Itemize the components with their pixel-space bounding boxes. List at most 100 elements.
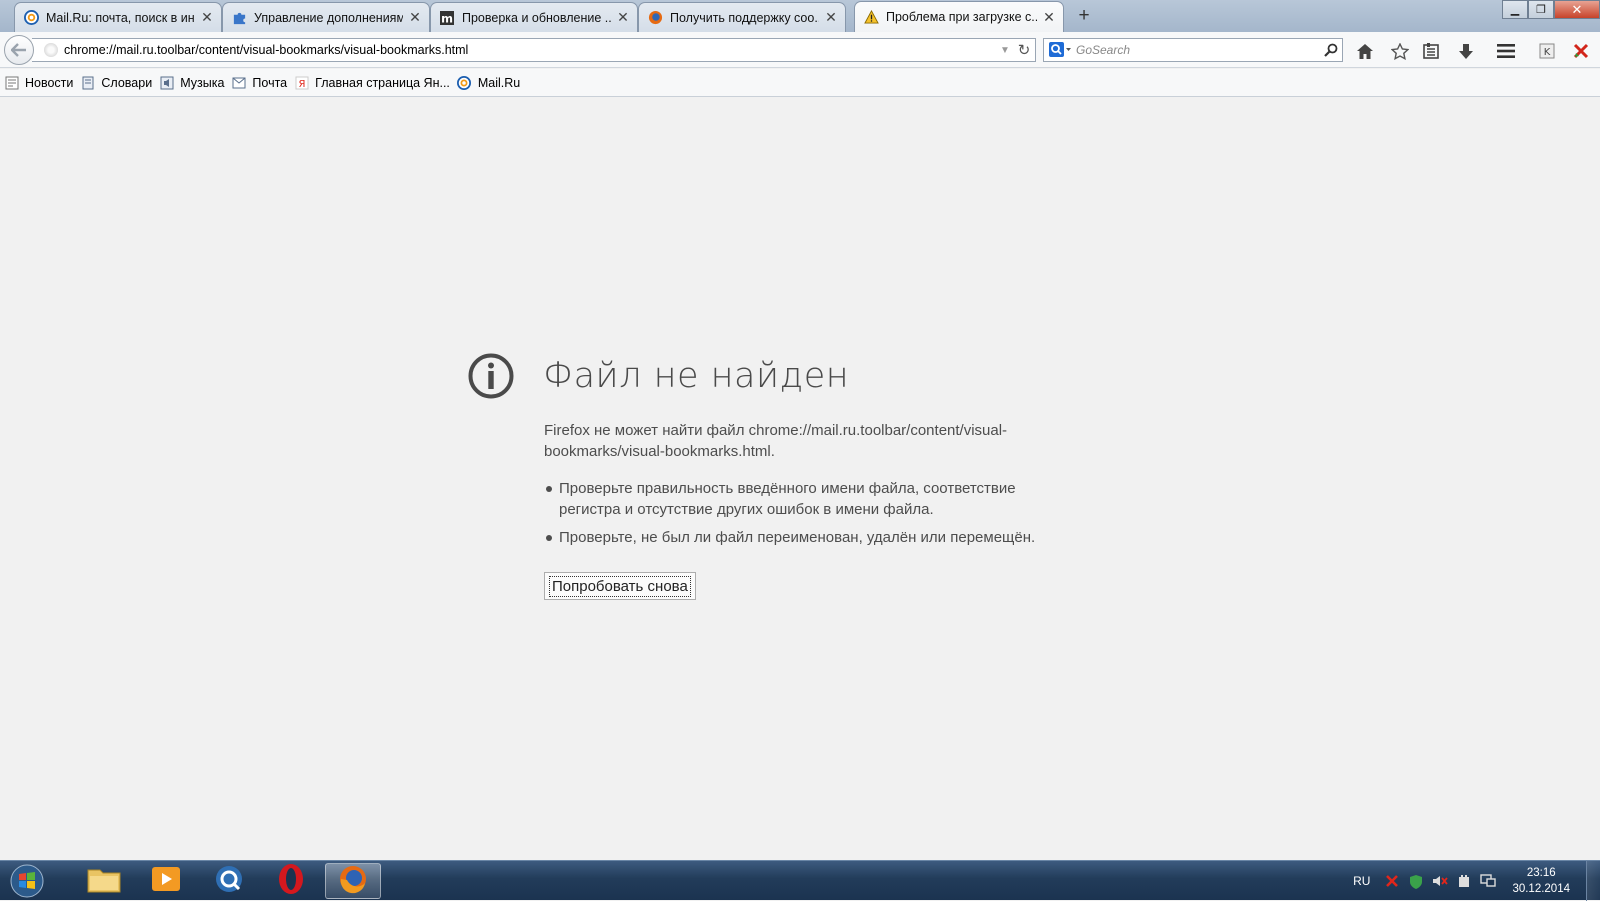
bookmark-dictionary[interactable]: Словари bbox=[80, 75, 152, 90]
bookmark-label: Главная страница Ян... bbox=[315, 75, 450, 90]
bookmark-music[interactable]: Музыка bbox=[159, 75, 224, 90]
error-page: Файл не найден Firefox не может найти фа… bbox=[0, 98, 1600, 860]
folder-icon bbox=[87, 865, 121, 898]
bookmarks-menu-icon[interactable] bbox=[1420, 40, 1442, 62]
svg-text:K: K bbox=[1544, 47, 1551, 58]
reload-icon[interactable]: ↻ bbox=[1013, 41, 1035, 59]
tab-mailru[interactable]: Mail.Ru: почта, поиск в ин... ✕ bbox=[14, 2, 222, 32]
new-tab-button[interactable]: + bbox=[1073, 4, 1095, 28]
window-close-button[interactable]: ✕ bbox=[1554, 0, 1600, 19]
history-dropdown-icon[interactable]: ▼ bbox=[997, 45, 1013, 56]
windows-logo-icon bbox=[10, 864, 44, 898]
tab-label: Mail.Ru: почта, поиск в ин... bbox=[46, 10, 195, 25]
kaspersky-icon[interactable] bbox=[1570, 40, 1592, 62]
clock[interactable]: 23:16 30.12.2014 bbox=[1512, 865, 1570, 897]
tab-addons[interactable]: Управление дополнениями ✕ bbox=[222, 2, 430, 32]
tab-support[interactable]: Получить поддержку соо... ✕ bbox=[638, 2, 846, 32]
url-input[interactable]: chrome://mail.ru.toolbar/content/visual-… bbox=[64, 43, 997, 57]
window-controls: ▁ ❐ ✕ bbox=[1502, 0, 1600, 19]
search-input[interactable]: GoSearch bbox=[1076, 43, 1320, 57]
bookmark-news[interactable]: Новости bbox=[4, 75, 73, 90]
bookmark-yandex[interactable]: Я Главная страница Ян... bbox=[294, 75, 450, 90]
mailru-at-icon bbox=[23, 10, 39, 26]
search-go-icon[interactable] bbox=[1320, 43, 1342, 57]
mailru-at-icon bbox=[457, 75, 472, 90]
url-bar[interactable]: chrome://mail.ru.toolbar/content/visual-… bbox=[32, 38, 1036, 62]
menu-icon[interactable] bbox=[1495, 40, 1517, 62]
bookmark-label: Mail.Ru bbox=[477, 75, 521, 90]
tab-label: Проверка и обновление ... bbox=[462, 10, 611, 25]
firefox-icon bbox=[647, 10, 663, 26]
try-again-button[interactable]: Попробовать снова bbox=[544, 572, 696, 600]
back-button[interactable] bbox=[4, 35, 34, 65]
mail-icon bbox=[231, 75, 246, 90]
svg-text:m: m bbox=[441, 11, 453, 25]
shield-icon[interactable] bbox=[1408, 873, 1424, 889]
clock-time: 23:16 bbox=[1526, 867, 1556, 879]
warning-icon bbox=[863, 9, 879, 25]
close-icon[interactable]: ✕ bbox=[201, 9, 213, 26]
close-icon[interactable]: ✕ bbox=[825, 9, 837, 26]
q-app-icon bbox=[214, 864, 244, 899]
kaspersky-keyboard-icon[interactable]: K bbox=[1536, 40, 1558, 62]
m-letter-icon: m bbox=[439, 10, 455, 26]
show-desktop-button[interactable] bbox=[1586, 861, 1600, 901]
tab-check-update[interactable]: m Проверка и обновление ... ✕ bbox=[430, 2, 638, 32]
taskbar-opera[interactable] bbox=[263, 863, 319, 899]
button-label: Попробовать снова bbox=[549, 575, 691, 597]
bookmark-label: Словари bbox=[101, 75, 153, 90]
home-icon[interactable] bbox=[1354, 40, 1376, 62]
taskbar-app-q[interactable] bbox=[201, 863, 257, 899]
downloads-icon[interactable] bbox=[1455, 40, 1477, 62]
clock-date: 30.12.2014 bbox=[1512, 883, 1570, 895]
network-icon[interactable] bbox=[1480, 873, 1497, 889]
info-icon bbox=[468, 353, 514, 404]
tab-label: Проблема при загрузке с... bbox=[886, 10, 1037, 24]
bookmarks-toolbar: Новости Словари Музыка Почта Я Главная с… bbox=[0, 69, 1600, 97]
taskbar-firefox[interactable] bbox=[325, 863, 381, 899]
taskbar-explorer[interactable] bbox=[76, 863, 132, 899]
windows-taskbar: RU 23:16 30.12.2014 bbox=[0, 860, 1600, 901]
kaspersky-tray-icon[interactable] bbox=[1384, 873, 1400, 889]
firefox-icon bbox=[338, 864, 368, 899]
close-icon[interactable]: ✕ bbox=[409, 9, 421, 26]
puzzle-icon bbox=[231, 10, 247, 26]
tab-problem-loading[interactable]: Проблема при загрузке с... ✕ bbox=[854, 1, 1064, 32]
tab-label: Получить поддержку соо... bbox=[670, 10, 819, 25]
bookmark-mailru[interactable]: Mail.Ru bbox=[457, 75, 520, 90]
minimize-button[interactable]: ▁ bbox=[1502, 0, 1528, 19]
back-arrow-icon bbox=[11, 43, 26, 57]
bookmark-star-icon[interactable] bbox=[1389, 40, 1411, 62]
system-tray: RU 23:16 30.12.2014 bbox=[1353, 861, 1600, 901]
list-item: Проверьте правильность введённого имени … bbox=[544, 478, 1044, 520]
bookmark-label: Музыка bbox=[180, 75, 225, 90]
list-item: Проверьте, не был ли файл переименован, … bbox=[544, 527, 1044, 548]
tab-strip: Mail.Ru: почта, поиск в ин... ✕ Управлен… bbox=[0, 0, 1600, 32]
opera-icon bbox=[277, 863, 305, 900]
page-title: Файл не найден bbox=[543, 356, 850, 396]
page-favicon-icon bbox=[44, 43, 58, 57]
navigation-toolbar: chrome://mail.ru.toolbar/content/visual-… bbox=[0, 32, 1600, 68]
error-hints: Проверьте правильность введённого имени … bbox=[544, 478, 1044, 555]
tab-label: Управление дополнениями bbox=[254, 10, 403, 25]
close-icon[interactable]: ✕ bbox=[1043, 9, 1055, 26]
news-icon bbox=[4, 75, 19, 90]
start-button[interactable] bbox=[4, 862, 50, 900]
close-icon[interactable]: ✕ bbox=[617, 9, 629, 26]
svg-text:Я: Я bbox=[298, 79, 305, 90]
bookmark-label: Почта bbox=[252, 75, 288, 90]
language-indicator[interactable]: RU bbox=[1353, 874, 1370, 888]
search-bar[interactable]: GoSearch bbox=[1043, 38, 1343, 62]
volume-muted-icon[interactable] bbox=[1432, 873, 1449, 889]
dictionary-icon bbox=[80, 75, 95, 90]
bookmark-mail[interactable]: Почта bbox=[231, 75, 287, 90]
restore-button[interactable]: ❐ bbox=[1528, 0, 1554, 19]
yandex-icon: Я bbox=[294, 75, 309, 90]
device-icon[interactable] bbox=[1456, 873, 1472, 889]
taskbar-media-player[interactable] bbox=[138, 863, 194, 899]
media-player-icon bbox=[151, 865, 181, 898]
error-description: Firefox не может найти файл chrome://mai… bbox=[544, 422, 1008, 460]
search-engine-icon[interactable] bbox=[1044, 39, 1076, 61]
bookmark-label: Новости bbox=[25, 75, 74, 90]
music-icon bbox=[159, 75, 174, 90]
